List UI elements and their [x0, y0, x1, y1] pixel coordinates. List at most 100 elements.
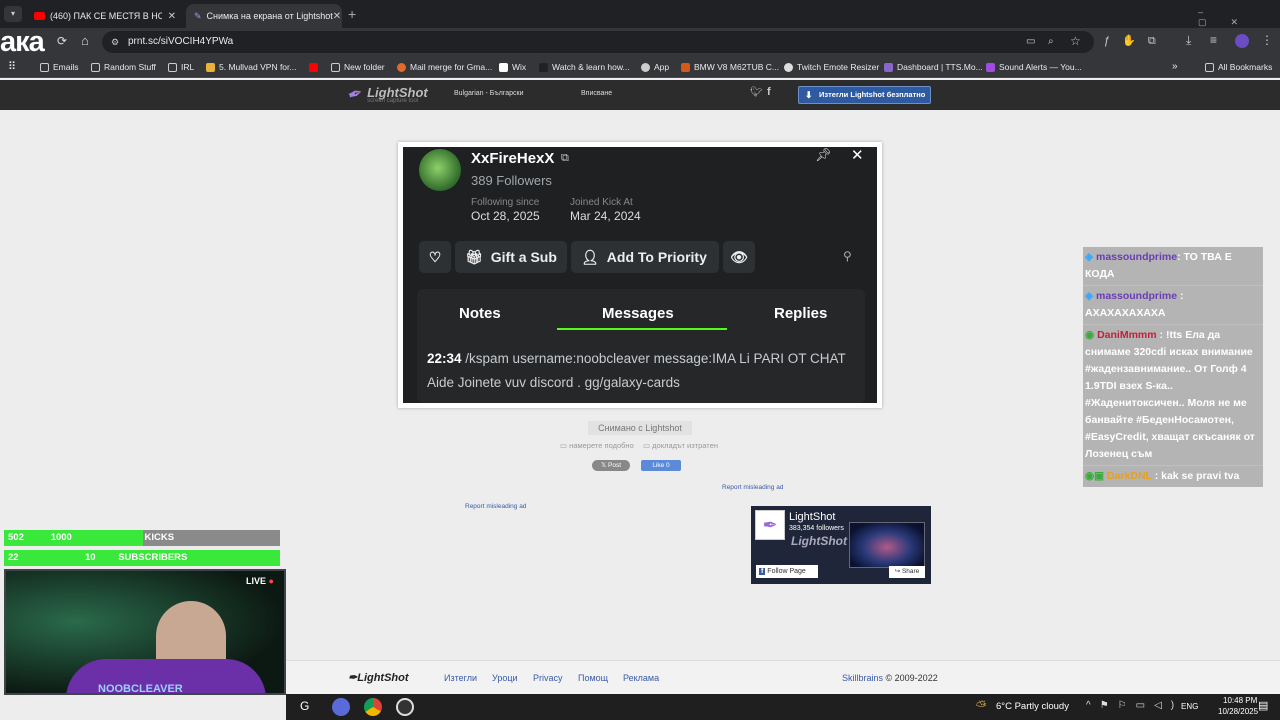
reload-icon[interactable]: ⟳ [57, 34, 67, 48]
site-footer: ✒LightShot Изтегли Уроци Privacy Помощ Р… [286, 660, 1280, 694]
tray-icons[interactable]: ^⚑⚐▭◁) [1086, 700, 1183, 711]
x-post-button[interactable]: 𝕏 Post [592, 460, 630, 471]
zoom-icon[interactable]: ⌕ [1048, 31, 1054, 53]
tab-messages: Messages [602, 305, 674, 322]
chat-username: DaniMmmm [1097, 329, 1157, 341]
copy-icon: ⧉ [561, 152, 569, 164]
chat-message: ◈ massoundprime: ТО ТВА Е КОДА [1083, 247, 1263, 286]
report-link[interactable]: ▭ докладът изтратен [643, 441, 718, 450]
download-button[interactable]: ⬇ Изтегли Lightshot безплатно [798, 86, 931, 104]
facebook-icon[interactable]: f [767, 86, 771, 98]
fb-share-button[interactable]: ↪ Share [889, 566, 925, 578]
tab-search-button[interactable]: ▾ [4, 6, 22, 22]
chat-text: : kak se pravi tva [1154, 470, 1240, 482]
skillbrains-link[interactable]: Skillbrains [842, 673, 883, 683]
tab-lightshot[interactable]: ✎ Снимка на екрана от Lightshot ✕ [186, 4, 342, 28]
chat-text: : !tts Ела да снимаме 320cdi исках внима… [1085, 329, 1255, 460]
language-indicator[interactable]: ENG [1181, 702, 1198, 711]
tab-replies: Replies [774, 305, 828, 322]
new-tab-button[interactable]: + [348, 6, 356, 22]
report-ad-link[interactable]: Report misleading ad [465, 503, 526, 510]
screenshot-image[interactable]: XxFireHexX ⧉ 389 Followers 📌︎ ✕ Followin… [403, 147, 877, 403]
windows-taskbar: G ⛅︎ 6°C Partly cloudy ^⚑⚐▭◁) ENG 10:48 … [286, 694, 1280, 720]
find-similar-link[interactable]: ▭ намерете подобно [560, 441, 634, 450]
bookmark-bmw[interactable]: BMW V8 M62TUB C... [681, 56, 779, 78]
clock-time[interactable]: 10:48 PM [1223, 696, 1257, 705]
all-bookmarks[interactable]: All Bookmarks [1205, 56, 1272, 78]
footer-link-tutorials[interactable]: Уроци [492, 673, 518, 683]
feather-icon: ✒ [344, 82, 366, 107]
kicks-goal: 1000 [50, 532, 72, 543]
menu-icon[interactable]: ⋮ [1261, 33, 1273, 47]
bookmark-irl[interactable]: IRL [168, 56, 194, 78]
bookmark-app[interactable]: App [641, 56, 669, 78]
facebook-page-widget[interactable]: ✒ LightShot 383,354 followers LightShot … [751, 506, 931, 584]
tab-active-underline [557, 328, 727, 330]
footer-link-privacy[interactable]: Privacy [533, 673, 563, 683]
bookmark-youtube[interactable] [309, 56, 318, 78]
taskbar-obs-icon[interactable] [396, 698, 414, 716]
lightshot-logo[interactable]: ✒ LightShot screen capture tool [344, 82, 428, 107]
notifications-icon[interactable]: ▤ [1258, 699, 1268, 712]
add-priority-button: 👤︎ Add To Priority [571, 241, 719, 273]
taskbar-app-icon[interactable]: G [300, 699, 309, 713]
twitter-icon[interactable]: 🐦︎ [750, 87, 763, 98]
install-icon[interactable]: ▭ [1026, 31, 1035, 53]
taskbar-chrome-icon[interactable] [364, 698, 382, 716]
bookmark-new-folder[interactable]: New folder [331, 56, 385, 78]
fb-followers: 383,354 followers [789, 525, 844, 532]
footer-link-download[interactable]: Изтегли [444, 673, 477, 683]
bookmark-tts-dashboard[interactable]: Dashboard | TTS.Mo... [884, 56, 983, 78]
extensions-bar[interactable]: ƒ✋⧉ [1104, 34, 1168, 48]
facebook-icon: f [759, 568, 766, 575]
bookmark-star-icon[interactable]: ☆ [1070, 30, 1081, 52]
footer-link-ads[interactable]: Реклама [623, 673, 659, 683]
taskbar-app-icon[interactable] [332, 698, 350, 716]
avatar[interactable] [1235, 34, 1249, 48]
url-text: prnt.sc/siVOCIH4YPWa [128, 36, 234, 47]
more-bookmarks-icon[interactable]: » [1172, 56, 1178, 78]
heart-button: ♡ [419, 241, 451, 273]
bookmark-sound-alerts[interactable]: Sound Alerts — You... [986, 56, 1082, 78]
footer-link-help[interactable]: Помощ [578, 673, 608, 683]
bookmark-wix[interactable]: Wix [499, 56, 526, 78]
subs-goal: 10 [85, 552, 96, 563]
bookmark-emails[interactable]: Emails [40, 56, 79, 78]
address-bar[interactable]: ⚙ prnt.sc/siVOCIH4YPWa ▭ ⌕ ☆ [102, 31, 1094, 53]
bookmark-random-stuff[interactable]: Random Stuff [91, 56, 156, 78]
following-since-label: Following since [471, 197, 540, 208]
tab-youtube[interactable]: (460) ПАК СЕ МЕСТЯ В НОВ ДОМ ✕ [26, 4, 184, 28]
bookmark-mullvad[interactable]: 5. Mullvad VPN for... [206, 56, 296, 78]
fb-like-button[interactable]: Like 0 [641, 460, 681, 471]
bookmark-watch-learn[interactable]: Watch & learn how... [539, 56, 630, 78]
login-link[interactable]: Вписване [581, 90, 612, 97]
window-controls[interactable]: –▢✕ [1198, 7, 1280, 28]
fb-follow-button[interactable]: f Follow Page [756, 565, 818, 578]
bookmark-mail-merge[interactable]: Mail merge for Gma... [397, 56, 492, 78]
weather-icon[interactable]: ⛅︎ [976, 698, 986, 714]
subs-current: 22 [8, 552, 19, 563]
fb-page-name: LightShot [789, 511, 836, 523]
home-icon[interactable]: ⌂ [81, 33, 89, 48]
media-icon[interactable]: ≡ [1210, 33, 1217, 47]
weather-text[interactable]: 6°C Partly cloudy [996, 701, 1069, 712]
clock-date[interactable]: 10/28/2025 [1218, 707, 1258, 716]
kicks-label: KICKS [144, 532, 175, 543]
close-tab-icon[interactable]: ✕ [168, 11, 176, 22]
site-header: ✒ LightShot screen capture tool Bulgaria… [0, 80, 1280, 110]
chat-badge-icon: ◈ [1085, 251, 1094, 263]
close-tab-icon[interactable]: ✕ [333, 11, 341, 22]
language-select[interactable]: Bulgarian - Български [454, 90, 524, 97]
chat-badge-icon: ◈ [1085, 290, 1094, 302]
captured-with-label: Снимано с Lightshot [588, 421, 692, 435]
kicks-goal-bar: 502 KICKS 1000 [4, 530, 280, 546]
download-icon[interactable]: ⤓ [1186, 33, 1191, 48]
footer-copyright: Skillbrains © 2009-2022 [842, 673, 938, 683]
report-ad-link[interactable]: Report misleading ad [722, 484, 783, 491]
footer-logo[interactable]: ✒LightShot [348, 671, 409, 684]
site-info-icon[interactable]: ⚙ [111, 31, 119, 53]
chat-username: massoundprime [1096, 251, 1178, 263]
bookmark-twitch-emote[interactable]: Twitch Emote Resizer [784, 56, 879, 78]
tab-notes: Notes [459, 305, 501, 322]
apps-icon[interactable]: ⠿ [8, 56, 16, 78]
